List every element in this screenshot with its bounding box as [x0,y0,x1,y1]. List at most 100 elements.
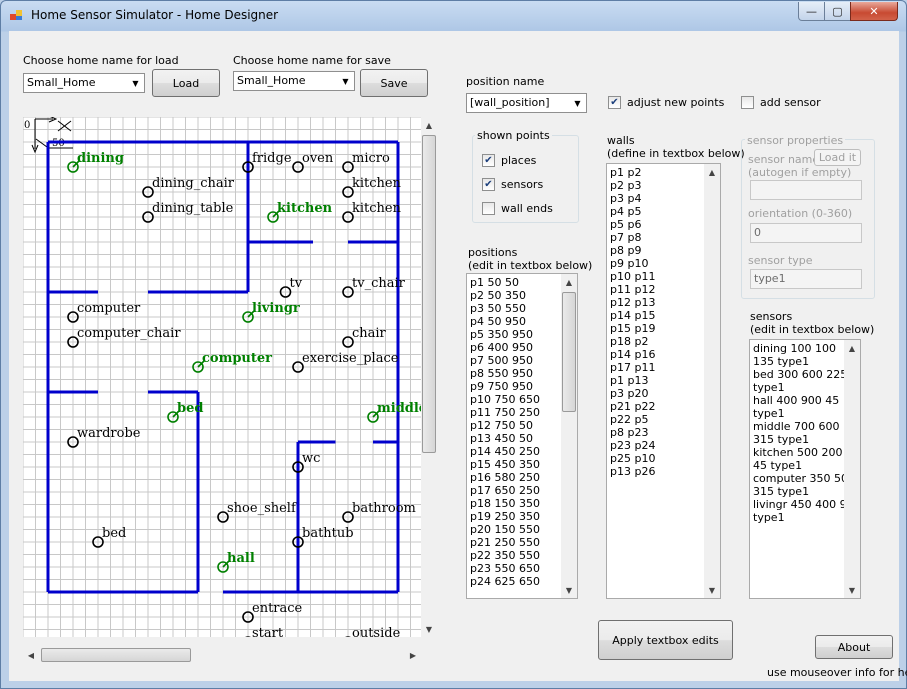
place-label: dining_chair [152,176,235,191]
positions-scrollbar[interactable]: ▲ ▼ [561,274,577,598]
place-label: entrace [252,601,303,616]
position-line: p4 50 950 [470,315,526,328]
save-home-select[interactable]: Small_Home ▼ [233,71,355,91]
sensor-label: hall [227,551,255,566]
sensors-textbox[interactable]: dining 100 100 135 type1 bed 300 600 225 ty… [749,339,861,599]
wall-line: p14 p15 [610,309,656,322]
wall-line: p22 p5 [610,413,649,426]
sensor-line: type1 [753,511,785,524]
sensor-name-input[interactable] [750,180,862,200]
sensors-label: sensors [501,178,544,191]
scroll-down-icon[interactable]: ▼ [561,582,577,598]
checkbox-box[interactable]: ✔ [608,96,621,109]
scroll-down-icon[interactable]: ▼ [704,582,720,598]
place-label: tv [290,276,303,291]
close-button[interactable]: ✕ [850,2,898,21]
adjust-new-points-checkbox[interactable]: ✔ adjust new points [608,96,724,109]
orientation-label: orientation (0-360) [748,207,853,220]
scroll-down-icon[interactable]: ▼ [421,621,437,637]
position-line: p19 250 350 [470,510,540,523]
wall-line: p21 p22 [610,400,656,413]
shown-points-title: shown points [475,129,552,142]
positions-title: positions [468,246,518,259]
wall-line: p2 p3 [610,179,642,192]
sensor-label: computer [202,351,272,366]
position-line: p15 450 350 [470,458,540,471]
horizontal-scroll-thumb[interactable] [41,648,191,662]
save-label: Choose home name for save [233,54,391,67]
sensors-title: sensors [750,310,793,323]
floor-plan[interactable]: 050fridgeovenmicrodining_chairkitchendin… [23,117,421,637]
wall-line: p1 p13 [610,374,649,387]
places-checkbox[interactable]: ✔ places [482,154,536,167]
place-label: start [252,626,284,637]
load-button[interactable]: Load [152,69,220,97]
checkbox-box[interactable] [482,202,495,215]
position-line: p18 150 350 [470,497,540,510]
scroll-up-icon[interactable]: ▲ [561,274,577,290]
sensor-line: hall 400 900 45 [753,394,840,407]
sensors-checkbox[interactable]: ✔ sensors [482,178,543,191]
scroll-up-icon[interactable]: ▲ [421,117,437,133]
chevron-down-icon[interactable]: ▼ [127,74,144,92]
add-sensor-checkbox[interactable]: add sensor [741,96,821,109]
scroll-right-icon[interactable]: ▶ [405,647,421,663]
positions-textbox[interactable]: p1 50 50 p2 50 350 p3 50 550 p4 50 950 p5 35… [466,273,578,599]
sensor-line: type1 [753,381,785,394]
walls-scrollbar[interactable]: ▲ ▼ [704,164,720,598]
load-sensor-button[interactable]: Load it [814,149,861,166]
sensor-label: livingr [252,301,300,316]
wall-line: p8 p23 [610,426,649,439]
sensor-type-input[interactable]: type1 [750,269,862,289]
position-line: p8 550 950 [470,367,533,380]
load-home-select[interactable]: Small_Home ▼ [23,73,145,93]
position-name-select[interactable]: [wall_position] ▼ [466,93,587,113]
walls-title: walls [607,134,635,147]
wall-line: p13 p26 [610,465,656,478]
sensor-line: dining 100 100 [753,342,837,355]
vertical-scroll-thumb[interactable] [422,135,436,453]
orientation-input[interactable]: 0 [750,223,862,243]
sensors-scrollbar[interactable]: ▲ ▼ [844,340,860,598]
save-button[interactable]: Save [360,69,428,97]
scroll-left-icon[interactable]: ◀ [23,647,39,663]
place-label: computer_chair [77,326,181,341]
chevron-down-icon[interactable]: ▼ [569,94,586,112]
place-label: tv_chair [352,276,406,291]
scroll-down-icon[interactable]: ▼ [844,582,860,598]
position-line: p2 50 350 [470,289,526,302]
maximize-button[interactable]: ▢ [824,2,851,21]
scroll-up-icon[interactable]: ▲ [704,164,720,180]
minimize-button[interactable]: — [798,2,825,21]
title-bar[interactable]: Home Sensor Simulator - Home Designer — … [1,1,906,29]
about-button[interactable]: About [815,635,893,659]
place-label: wc [302,451,320,466]
sensor-line: computer 350 500 [753,472,856,485]
sensor-name-hint: (autogen if empty) [748,166,852,179]
checkbox-box[interactable]: ✔ [482,178,495,191]
wall-line: p25 p10 [610,452,656,465]
position-line: p12 750 50 [470,419,533,432]
wall-ends-checkbox[interactable]: wall ends [482,202,553,215]
sensor-line: 315 type1 [753,485,810,498]
canvas-vertical-scrollbar[interactable]: ▲ ▼ [421,117,437,637]
checkbox-box[interactable] [741,96,754,109]
canvas-horizontal-scrollbar[interactable]: ◀ ▶ [23,647,421,663]
positions-scroll-thumb[interactable] [562,292,576,412]
home-designer-canvas[interactable]: 050fridgeovenmicrodining_chairkitchendin… [23,117,421,637]
walls-lines: p1 p2 p2 p3 p3 p4 p4 p5 p5 p6 p7 p8 p8 p9 p9 p1… [610,166,702,478]
wall-line: p23 p24 [610,439,656,452]
positions-subtitle: (edit in textbox below) [468,259,593,272]
apply-textbox-edits-button[interactable]: Apply textbox edits [598,620,733,660]
place-label: kitchen [352,176,402,191]
checkbox-box[interactable]: ✔ [482,154,495,167]
place-label: chair [352,326,387,341]
axis-zero-label: 0 [24,120,30,131]
wall-line: p5 p6 [610,218,642,231]
scroll-up-icon[interactable]: ▲ [844,340,860,356]
walls-textbox[interactable]: p1 p2 p2 p3 p3 p4 p4 p5 p5 p6 p7 p8 p8 p9 p9 p1… [606,163,721,599]
position-line: p21 250 550 [470,536,540,549]
chevron-down-icon[interactable]: ▼ [337,72,354,90]
walls-subtitle: (define in textbox below) [607,147,745,160]
wall-line: p4 p5 [610,205,642,218]
